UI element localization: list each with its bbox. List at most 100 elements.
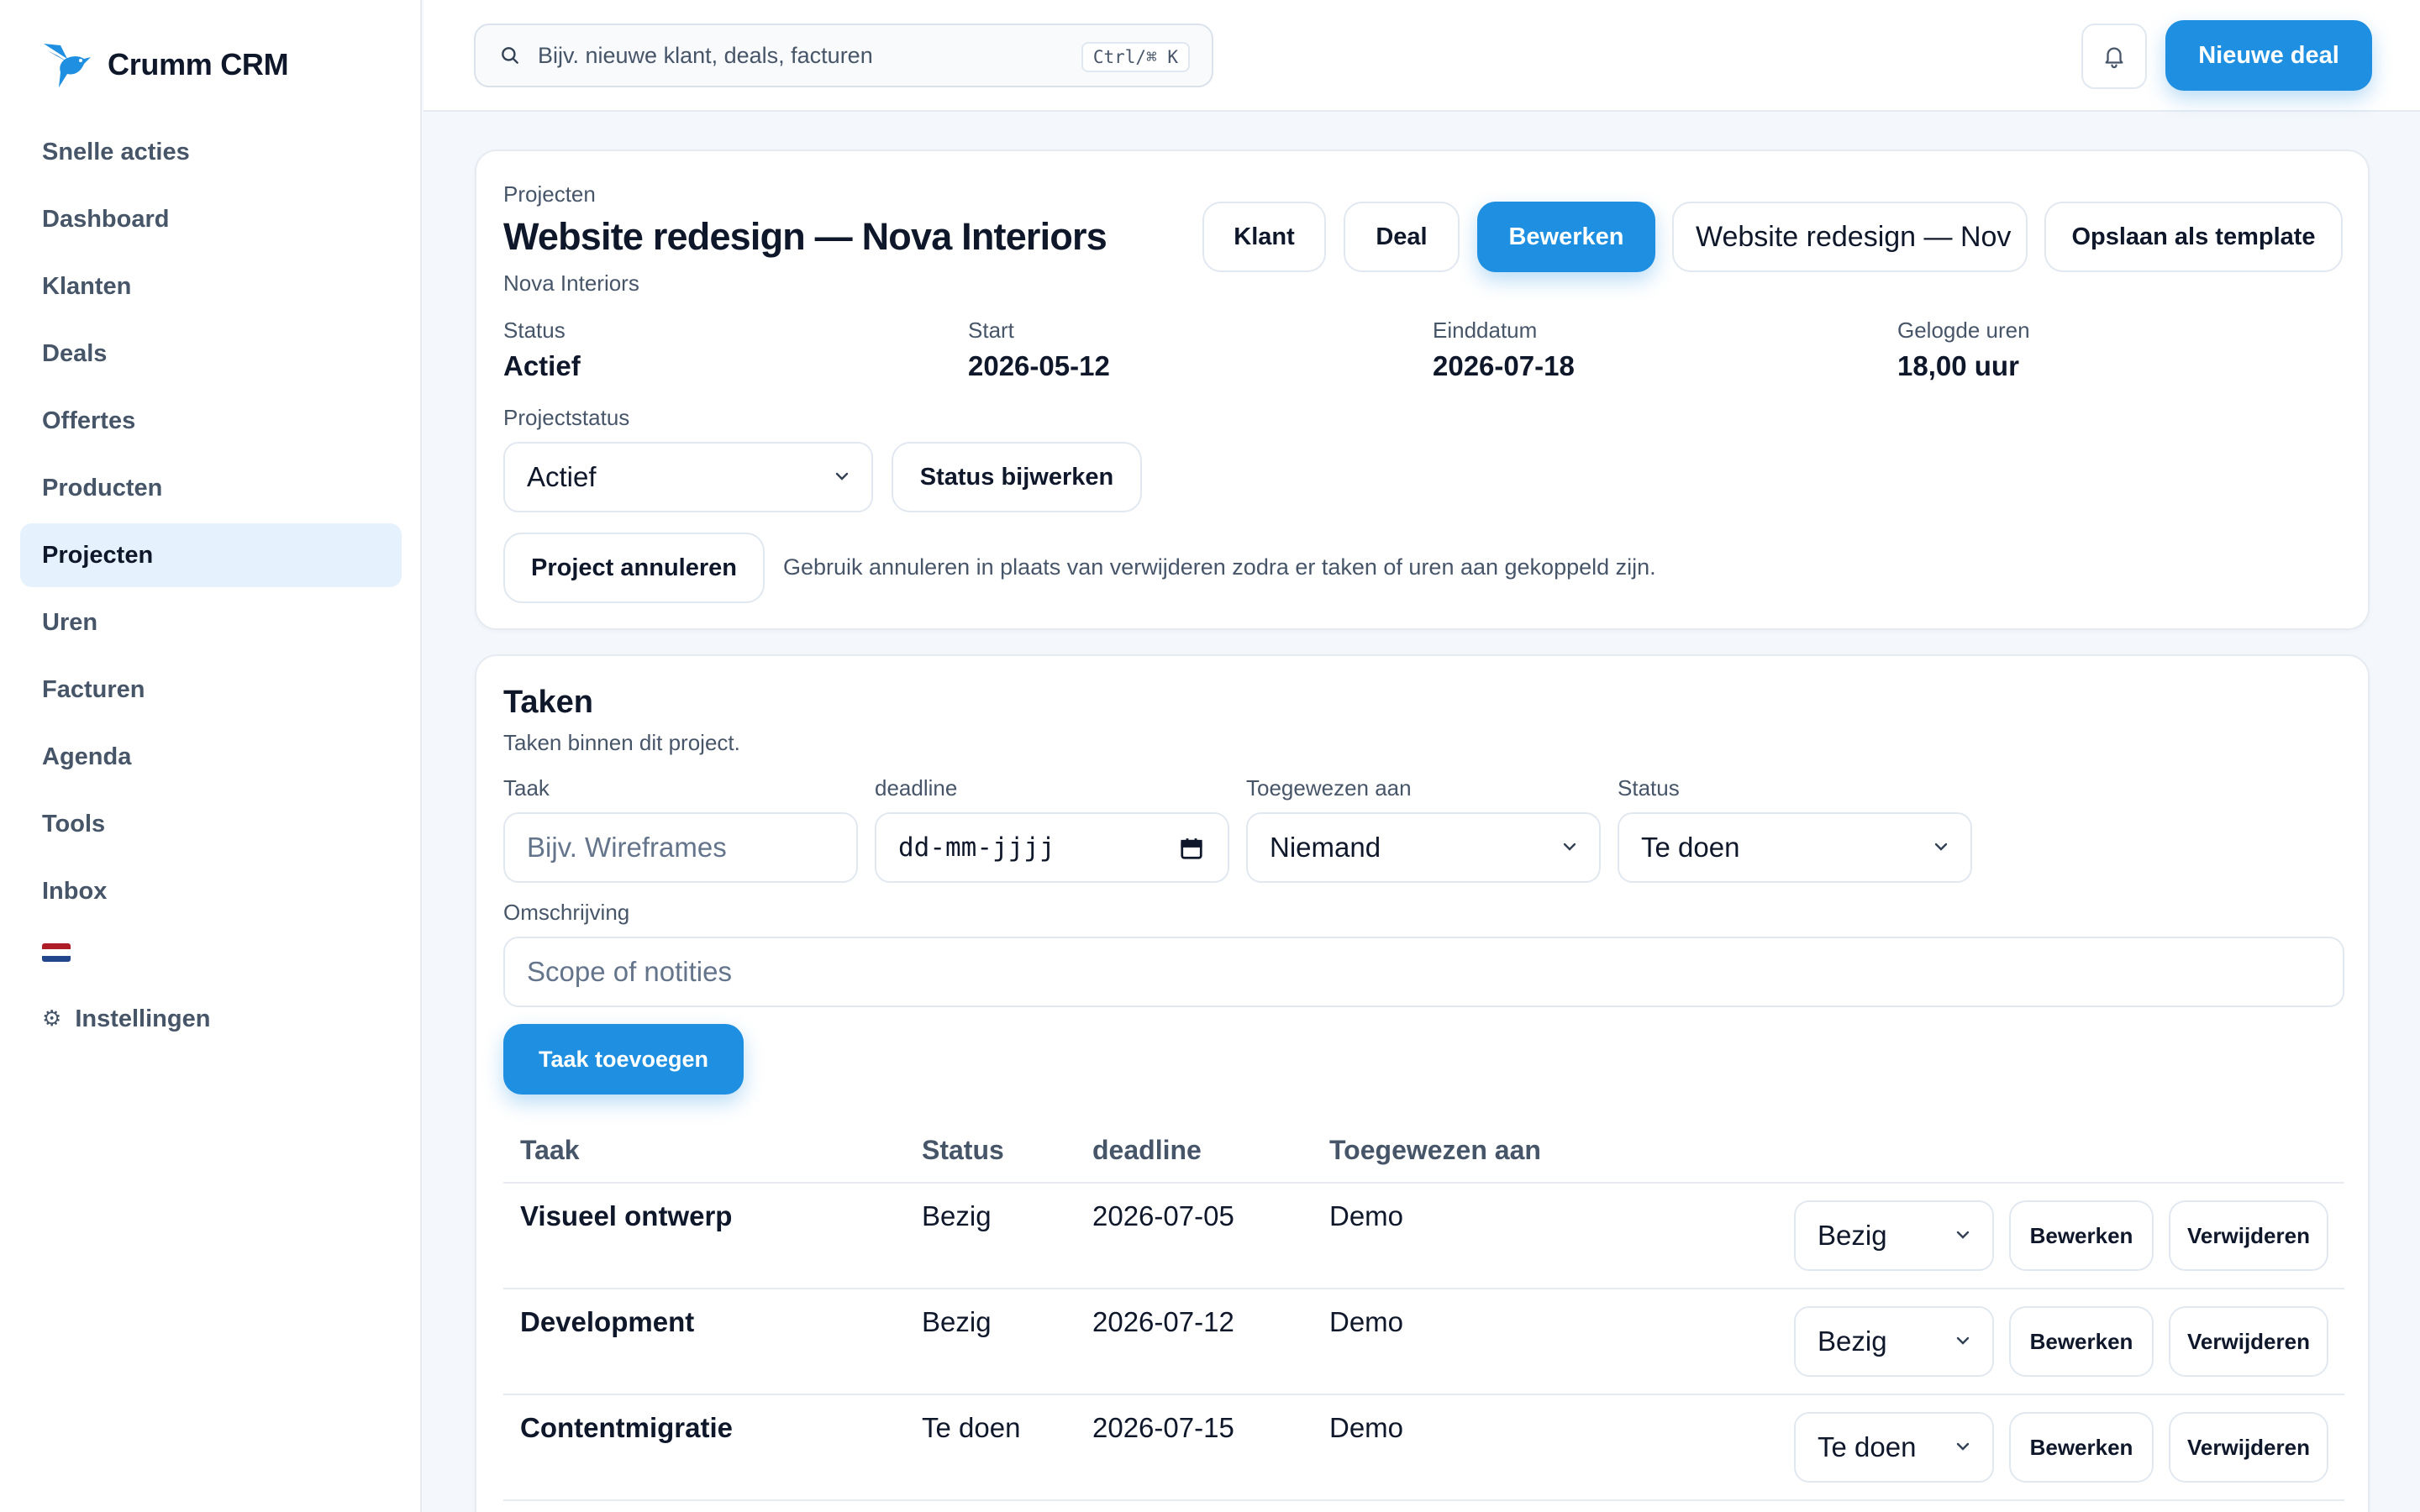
- cancel-hint: Gebruik annuleren in plaats van verwijde…: [783, 554, 1656, 580]
- meta-label: Status: [503, 318, 566, 343]
- task-deadline: 2026-07-05: [1092, 1200, 1234, 1231]
- row-status-select[interactable]: Bezig: [1794, 1200, 1994, 1271]
- task-assignee: Demo: [1329, 1412, 1404, 1443]
- sidebar-item-label: Projecten: [42, 541, 154, 569]
- task-name-input[interactable]: [503, 812, 858, 883]
- meta-start: Start 2026-05-12: [968, 318, 1110, 382]
- language-switcher[interactable]: [20, 927, 402, 979]
- select-value: Te doen: [1641, 832, 1740, 863]
- tasks-title: Taken: [503, 685, 594, 720]
- select-value: Actief: [527, 461, 597, 492]
- new-deal-button[interactable]: Nieuwe deal: [2165, 20, 2372, 91]
- table-divider: [503, 1394, 2344, 1395]
- add-task-button[interactable]: Taak toevoegen: [503, 1024, 744, 1095]
- sidebar-item-label: Agenda: [42, 743, 132, 770]
- project-title-field[interactable]: Website redesign — Nov: [1672, 202, 2028, 272]
- brand-name: Crumm CRM: [108, 47, 289, 81]
- sidebar-item-facturen[interactable]: Facturen: [20, 658, 402, 722]
- sidebar-item-klanten[interactable]: Klanten: [20, 255, 402, 318]
- row-delete-button[interactable]: Verwijderen: [2169, 1412, 2328, 1483]
- sidebar: Crumm CRM Snelle acties Dashboard Klante…: [0, 0, 422, 1512]
- sidebar-item-offertes[interactable]: Offertes: [20, 389, 402, 453]
- chevron-down-icon: [1956, 1442, 1970, 1451]
- sidebar-item-tools[interactable]: Tools: [20, 792, 402, 856]
- deal-button[interactable]: Deal: [1344, 202, 1460, 272]
- meta-end-date: Einddatum 2026-07-18: [1433, 318, 1575, 382]
- meta-value: 2026-05-12: [968, 350, 1110, 381]
- sidebar-item-label: Klanten: [42, 272, 132, 300]
- chevron-down-icon: [835, 472, 849, 480]
- row-edit-button[interactable]: Bewerken: [2009, 1306, 2154, 1377]
- row-edit-button[interactable]: Bewerken: [2009, 1412, 2154, 1483]
- tasks-subtitle: Taken binnen dit project.: [503, 730, 740, 755]
- search-shortcut: Ctrl/⌘ K: [1081, 42, 1190, 72]
- meta-value: 18,00 uur: [1897, 350, 2019, 381]
- task-name: Contentmigratie: [520, 1412, 734, 1443]
- brand[interactable]: Crumm CRM: [42, 39, 289, 91]
- cancel-project-button[interactable]: Project annuleren: [503, 533, 765, 603]
- row-edit-button[interactable]: Bewerken: [2009, 1200, 2154, 1271]
- task-name-label: Taak: [503, 775, 550, 801]
- select-value: Te doen: [1818, 1431, 1917, 1462]
- sidebar-item-label: Dashboard: [42, 205, 170, 233]
- client-button[interactable]: Klant: [1202, 202, 1326, 272]
- sidebar-item-snelle-acties[interactable]: Snelle acties: [20, 120, 402, 184]
- meta-value: Actief: [503, 350, 581, 381]
- bell-icon: [2105, 47, 2123, 69]
- row-status-select[interactable]: Te doen: [1794, 1412, 1994, 1483]
- search-box[interactable]: Ctrl/⌘ K: [474, 24, 1213, 87]
- date-placeholder: dd-mm-jjjj: [898, 832, 1055, 863]
- gear-icon: ⚙: [42, 1006, 62, 1032]
- sidebar-item-producten[interactable]: Producten: [20, 456, 402, 520]
- notifications-button[interactable]: [2081, 24, 2147, 89]
- table-divider: [503, 1499, 2344, 1501]
- project-status-select[interactable]: Actief: [503, 442, 873, 512]
- row-delete-button[interactable]: Verwijderen: [2169, 1306, 2328, 1377]
- sidebar-item-deals[interactable]: Deals: [20, 322, 402, 386]
- chevron-down-icon: [1563, 843, 1576, 851]
- sidebar-item-label: Deals: [42, 339, 108, 367]
- page-title: Website redesign — Nova Interiors: [503, 215, 1107, 258]
- task-status: Te doen: [922, 1412, 1021, 1443]
- sidebar-item-label: Producten: [42, 474, 163, 501]
- topbar: Ctrl/⌘ K Nieuwe deal: [424, 0, 2420, 112]
- sidebar-item-agenda[interactable]: Agenda: [20, 725, 402, 789]
- chevron-down-icon: [1956, 1336, 1970, 1345]
- project-status-label: Projectstatus: [503, 405, 630, 430]
- search-icon: [502, 47, 518, 64]
- task-status-label: Status: [1618, 775, 1680, 801]
- update-status-button[interactable]: Status bijwerken: [892, 442, 1142, 512]
- column-header-status: Status: [922, 1135, 1004, 1165]
- edit-project-button[interactable]: Bewerken: [1477, 202, 1655, 272]
- row-status-select[interactable]: Bezig: [1794, 1306, 1994, 1377]
- description-input[interactable]: [503, 937, 2344, 1007]
- project-client: Nova Interiors: [503, 270, 639, 296]
- calendar-icon[interactable]: [1179, 836, 1204, 861]
- task-deadline: 2026-07-12: [1092, 1306, 1234, 1337]
- table-divider: [503, 1288, 2344, 1289]
- breadcrumb[interactable]: Projecten: [503, 181, 596, 207]
- sidebar-item-label: Facturen: [42, 675, 145, 703]
- chevron-down-icon: [1934, 843, 1948, 851]
- sidebar-item-instellingen[interactable]: ⚙ Instellingen: [20, 987, 402, 1051]
- description-label: Omschrijving: [503, 900, 630, 925]
- sidebar-item-dashboard[interactable]: Dashboard: [20, 187, 402, 251]
- select-value: Bezig: [1818, 1326, 1887, 1357]
- sidebar-item-label: Tools: [42, 810, 106, 837]
- project-card: Projecten Website redesign — Nova Interi…: [475, 150, 2370, 630]
- task-name: Visueel ontwerp: [520, 1200, 733, 1231]
- meta-value: 2026-07-18: [1433, 350, 1575, 381]
- deadline-input[interactable]: dd-mm-jjjj: [875, 812, 1229, 883]
- sidebar-item-inbox[interactable]: Inbox: [20, 859, 402, 923]
- save-template-button[interactable]: Opslaan als template: [2044, 202, 2343, 272]
- task-status: Bezig: [922, 1200, 992, 1231]
- sidebar-item-label: Uren: [42, 608, 98, 636]
- task-status-select[interactable]: Te doen: [1618, 812, 1972, 883]
- search-input[interactable]: [538, 42, 1059, 69]
- task-assignee: Demo: [1329, 1306, 1404, 1337]
- sidebar-item-projecten[interactable]: Projecten: [20, 523, 402, 587]
- sidebar-item-label: Offertes: [42, 407, 136, 434]
- sidebar-item-uren[interactable]: Uren: [20, 591, 402, 654]
- row-delete-button[interactable]: Verwijderen: [2169, 1200, 2328, 1271]
- assignee-select[interactable]: Niemand: [1246, 812, 1601, 883]
